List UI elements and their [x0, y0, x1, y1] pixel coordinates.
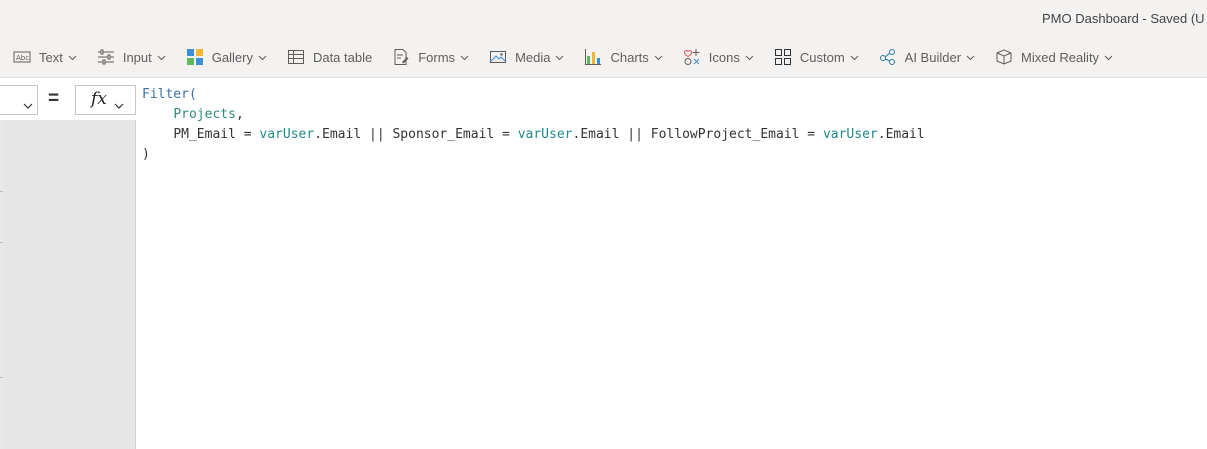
- chevron-down-icon: [157, 53, 166, 62]
- icons-icon: [683, 48, 701, 66]
- toolbar-gallery[interactable]: Gallery: [173, 37, 274, 77]
- toolbar-charts-label: Charts: [610, 49, 649, 65]
- code-line-3: PM_Email = varUser.Email || Sponsor_Emai…: [142, 125, 1202, 145]
- toolbar-custom[interactable]: Custom: [761, 37, 866, 77]
- toolbar-custom-label: Custom: [799, 49, 845, 65]
- property-dropdown[interactable]: [0, 85, 38, 115]
- toolbar-media[interactable]: Media: [476, 37, 571, 77]
- input-sliders-icon: [97, 48, 115, 66]
- toolbar-ai-builder[interactable]: AI Builder: [866, 37, 982, 77]
- gallery-icon: [186, 48, 204, 66]
- toolbar-icons-label: Icons: [708, 49, 740, 65]
- data-table-icon: [287, 48, 305, 66]
- text-label-icon: Abc: [13, 48, 31, 66]
- svg-text:Abc: Abc: [16, 54, 29, 62]
- tree-view-pane: [0, 120, 136, 449]
- function-token: Filter(: [142, 87, 197, 102]
- chevron-down-icon: [555, 53, 564, 62]
- toolbar-forms-label: Forms: [418, 49, 456, 65]
- chevron-down-icon: [23, 97, 33, 109]
- divider: [0, 242, 3, 243]
- charts-icon: [584, 48, 602, 66]
- chevron-down-icon: [966, 53, 975, 62]
- app-title: PMO Dashboard - Saved (U: [1042, 11, 1205, 26]
- chevron-down-icon: [850, 53, 859, 62]
- toolbar-gallery-label: Gallery: [211, 49, 253, 65]
- chevron-down-icon: [460, 53, 469, 62]
- equals-sign: =: [48, 88, 60, 109]
- close-paren-token: ): [142, 147, 150, 162]
- toolbar-charts[interactable]: Charts: [571, 37, 669, 77]
- divider: [0, 377, 3, 378]
- toolbar-data-table[interactable]: Data table: [274, 37, 379, 77]
- media-icon: [489, 48, 507, 66]
- chevron-down-icon: [258, 53, 267, 62]
- formula-editor[interactable]: Filter( Projects, PM_Email = varUser.Ema…: [142, 85, 1202, 445]
- code-line-2: Projects,: [142, 105, 1202, 125]
- toolbar-text-label: Text: [39, 49, 63, 65]
- title-bar: PMO Dashboard - Saved (U: [0, 0, 1207, 37]
- code-text: .Email: [877, 127, 925, 142]
- code-line-1: Filter(: [142, 85, 1202, 105]
- toolbar-data-table-label: Data table: [312, 49, 373, 65]
- code-text: PM_Email =: [173, 127, 260, 142]
- toolbar-icons[interactable]: Icons: [670, 37, 761, 77]
- insert-toolbar: Abc Text Input Gallery Data table Forms: [0, 37, 1207, 78]
- toolbar-input-label: Input: [122, 49, 152, 65]
- toolbar-mixed-reality-label: Mixed Reality: [1021, 49, 1100, 65]
- code-text: .Email || Sponsor_Email =: [314, 127, 518, 142]
- chevron-down-icon: [1104, 53, 1113, 62]
- fx-icon: fx: [91, 89, 107, 109]
- tree-view-background: [3, 120, 135, 449]
- chevron-down-icon: [114, 97, 124, 109]
- toolbar-ai-builder-label: AI Builder: [904, 49, 962, 65]
- fx-function-button[interactable]: fx: [75, 85, 136, 115]
- variable-token: varUser: [259, 127, 315, 142]
- divider: [0, 191, 3, 192]
- toolbar-input[interactable]: Input: [84, 37, 173, 77]
- toolbar-mixed-reality[interactable]: Mixed Reality: [982, 37, 1120, 77]
- toolbar-forms[interactable]: Forms: [379, 37, 476, 77]
- ai-builder-icon: [879, 48, 897, 66]
- chevron-down-icon: [654, 53, 663, 62]
- toolbar-media-label: Media: [515, 49, 551, 65]
- variable-token: varUser: [822, 127, 878, 142]
- code-line-4: ): [142, 145, 1202, 165]
- custom-icon: [774, 48, 792, 66]
- toolbar-text[interactable]: Abc Text: [0, 37, 84, 77]
- forms-icon: [392, 48, 410, 66]
- chevron-down-icon: [68, 53, 77, 62]
- mixed-reality-icon: [995, 48, 1013, 66]
- chevron-down-icon: [745, 53, 754, 62]
- comma-token: ,: [235, 107, 244, 122]
- code-text: .Email || FollowProject_Email =: [572, 127, 823, 142]
- datasource-token: Projects: [173, 107, 236, 122]
- variable-token: varUser: [517, 127, 573, 142]
